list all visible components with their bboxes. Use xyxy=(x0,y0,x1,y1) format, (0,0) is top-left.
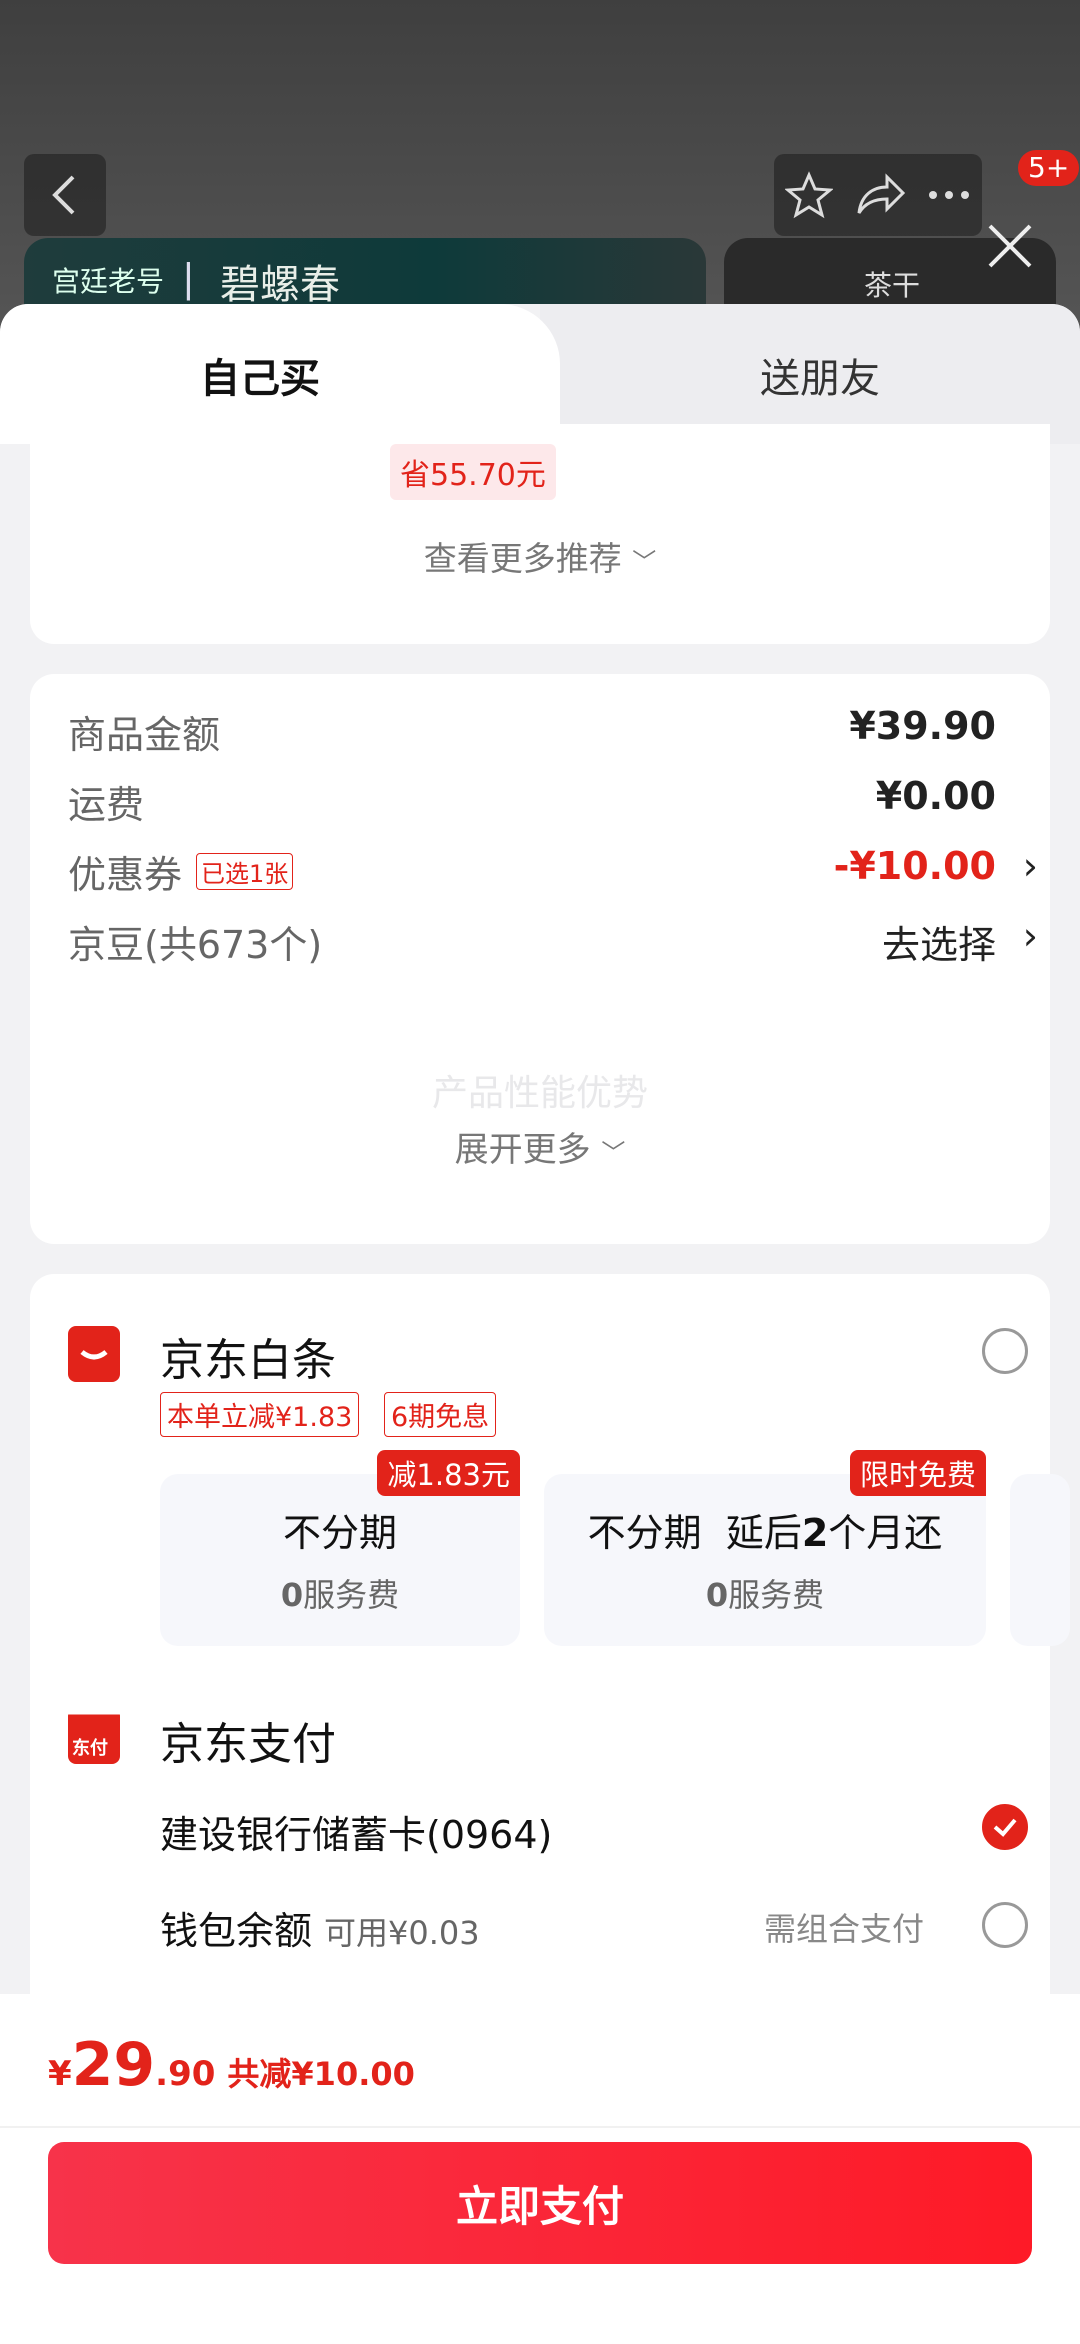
jingdou-row[interactable]: 京豆(共673个) 去选择 › xyxy=(68,914,1038,974)
more-recommend-link[interactable]: 查看更多推荐 ﹀ xyxy=(30,532,1050,580)
plan-fee-text: 服务费 xyxy=(303,1576,400,1614)
pay-now-button[interactable]: 立即支付 xyxy=(48,2142,1032,2264)
close-icon[interactable] xyxy=(980,216,1040,276)
plan-badge: 减1.83元 xyxy=(377,1450,520,1496)
row-label: 运费 xyxy=(68,783,145,827)
wallet-label: 钱包余额 xyxy=(160,1909,313,1953)
row-label: 优惠券 已选1张 xyxy=(68,844,294,899)
combine-pay-note: 需组合支付 xyxy=(764,1910,925,1948)
more-recommend-label: 查看更多推荐 xyxy=(423,539,622,578)
row-value: ¥39.90 xyxy=(849,704,996,748)
expand-more-link[interactable]: 展开更多 ﹀ xyxy=(30,1122,1050,1171)
baitiao-title: 京东白条 xyxy=(160,1335,336,1386)
checkout-footer: ¥29.90 共减¥10.00 立即支付 xyxy=(0,1994,1080,2344)
wallet-available: 可用¥0.03 xyxy=(324,1914,480,1952)
plan-title-a: 不分期 延后 xyxy=(587,1511,802,1555)
tab-label: 自己买 xyxy=(200,356,320,402)
recommend-card: 省55.70元 查看更多推荐 ﹀ xyxy=(30,424,1050,644)
goods-amount-row: 商品金额 ¥39.90 xyxy=(68,704,1038,764)
total-discount: 共减¥10.00 xyxy=(227,2055,415,2093)
product-name: 碧螺春 xyxy=(220,262,340,308)
bank-card-radio[interactable] xyxy=(982,1804,1028,1850)
plan-more-peek[interactable] xyxy=(1010,1474,1070,1646)
order-summary-card: 商品金额 ¥39.90 运费 ¥0.00 优惠券 已选1张 -¥10.00 › 京… xyxy=(30,674,1050,1244)
jdpay-title: 京东支付 xyxy=(160,1719,336,1770)
check-icon xyxy=(993,1818,1017,1837)
plan-defer-2-months[interactable]: 限时免费 不分期 延后2个月还 0服务费 xyxy=(544,1450,986,1646)
back-button[interactable] xyxy=(24,154,106,236)
wallet-radio[interactable] xyxy=(982,1902,1028,1948)
plan-title-b: 个月还 xyxy=(828,1511,943,1555)
row-label: 商品金额 xyxy=(68,713,221,757)
chevron-left-icon xyxy=(52,175,75,215)
baitiao-radio[interactable] xyxy=(982,1328,1028,1374)
notification-badge: 5+ xyxy=(1018,150,1080,186)
plan-fee: 0服务费 xyxy=(160,1570,520,1616)
star-icon[interactable] xyxy=(785,171,833,219)
chevron-right-icon: › xyxy=(1022,844,1038,888)
watermark-text: 产品性能优势 xyxy=(431,1073,648,1114)
plan-badge: 限时免费 xyxy=(849,1450,986,1496)
expand-label: 展开更多 xyxy=(454,1130,591,1170)
jdpay-icon: 东付 xyxy=(68,1708,120,1764)
wallet-balance-option[interactable]: 钱包余额 可用¥0.03 xyxy=(160,1900,480,1955)
share-icon[interactable] xyxy=(855,173,905,217)
plan-title-num: 2 xyxy=(801,1511,829,1555)
baitiao-icon xyxy=(68,1326,120,1382)
plan-fee-num: 0 xyxy=(705,1576,729,1614)
row-value: 去选择 xyxy=(881,923,996,967)
brand-logo: 宫廷老号 xyxy=(52,265,165,298)
currency-symbol: ¥ xyxy=(48,2054,72,2094)
chevron-down-icon: ﹀ xyxy=(632,548,657,576)
price-decimal: .90 xyxy=(155,2054,216,2094)
plan-title: 不分期 延后2个月还 xyxy=(544,1502,986,1557)
coupon-row[interactable]: 优惠券 已选1张 -¥10.00 › xyxy=(68,844,1038,904)
chevron-down-icon: ﹀ xyxy=(601,1139,626,1167)
plan-fee: 0服务费 xyxy=(544,1570,986,1616)
coupon-value: -¥10.00 xyxy=(833,844,996,888)
plan-no-installment[interactable]: 减1.83元 不分期 0服务费 xyxy=(160,1450,520,1646)
more-icon[interactable] xyxy=(927,189,971,201)
total-price: ¥29.90 共减¥10.00 xyxy=(48,2030,415,2100)
tab-buy-self[interactable]: 自己买 xyxy=(0,304,560,444)
coupon-label: 优惠券 xyxy=(68,853,183,897)
chevron-right-icon: › xyxy=(1022,914,1038,958)
baitiao-tag-interest-free: 6期免息 xyxy=(384,1392,497,1437)
coupon-selected-tag: 已选1张 xyxy=(196,853,294,890)
tab-gift-friend[interactable]: 送朋友 xyxy=(540,304,1080,444)
bank-card-option[interactable]: 建设银行储蓄卡(0964) xyxy=(160,1804,552,1859)
jdpay-icon-text: 东付 xyxy=(72,1738,108,1759)
plan-title: 不分期 xyxy=(282,1511,397,1555)
purchase-tabs: 送朋友 自己买 xyxy=(0,304,1080,444)
shipping-row: 运费 ¥0.00 xyxy=(68,774,1038,834)
plan-fee-text: 服务费 xyxy=(728,1576,825,1614)
save-tag: 省55.70元 xyxy=(390,444,556,500)
row-label: 京豆(共673个) xyxy=(68,923,323,967)
row-value: ¥0.00 xyxy=(875,774,996,818)
divider: | xyxy=(182,256,195,300)
plan-fee-num: 0 xyxy=(280,1576,304,1614)
banner-label: 茶干 xyxy=(864,269,921,302)
tab-label: 送朋友 xyxy=(760,356,880,402)
price-integer: 29 xyxy=(71,2030,156,2100)
baitiao-tag-discount: 本单立减¥1.83 xyxy=(160,1392,360,1437)
top-action-group xyxy=(774,154,982,236)
divider xyxy=(0,2126,1080,2128)
